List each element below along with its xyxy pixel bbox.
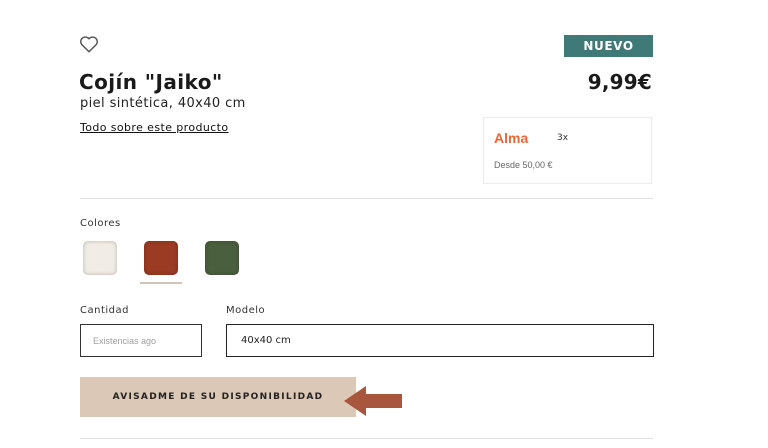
alma-logo: Alma [494, 130, 529, 146]
quantity-input[interactable] [80, 324, 202, 357]
divider [80, 438, 653, 439]
product-price: 9,99€ [587, 70, 652, 94]
color-swatch-rust[interactable] [140, 240, 182, 284]
quantity-label: Cantidad [80, 305, 129, 316]
selected-indicator [140, 282, 182, 284]
model-select-value: 40x40 cm [241, 335, 291, 346]
new-badge: NUEVO [564, 35, 653, 57]
model-select[interactable]: 40x40 cm [226, 324, 654, 357]
alma-installments: 3x [557, 133, 569, 143]
color-swatch-cream[interactable] [81, 240, 119, 278]
divider [80, 198, 653, 199]
colors-label: Colores [80, 218, 121, 229]
arrow-left-icon [344, 386, 402, 416]
swatch-pillow [83, 241, 117, 275]
alma-from-text: Desde 50,00 € [494, 160, 553, 170]
notify-availability-button[interactable]: AVISADME DE SU DISPONIBILIDAD [80, 377, 356, 417]
product-details-link[interactable]: Todo sobre este producto [80, 121, 229, 134]
product-subtitle: piel sintética, 40x40 cm [80, 96, 246, 111]
swatch-pillow [205, 241, 239, 275]
color-swatch-green[interactable] [203, 240, 241, 278]
heart-outline-icon[interactable] [79, 35, 99, 53]
model-label: Modelo [226, 305, 266, 316]
product-title: Cojín "Jaiko" [79, 70, 223, 94]
alma-payment-box[interactable]: Alma 3x Desde 50,00 € [483, 117, 652, 184]
swatch-pillow [144, 241, 178, 275]
